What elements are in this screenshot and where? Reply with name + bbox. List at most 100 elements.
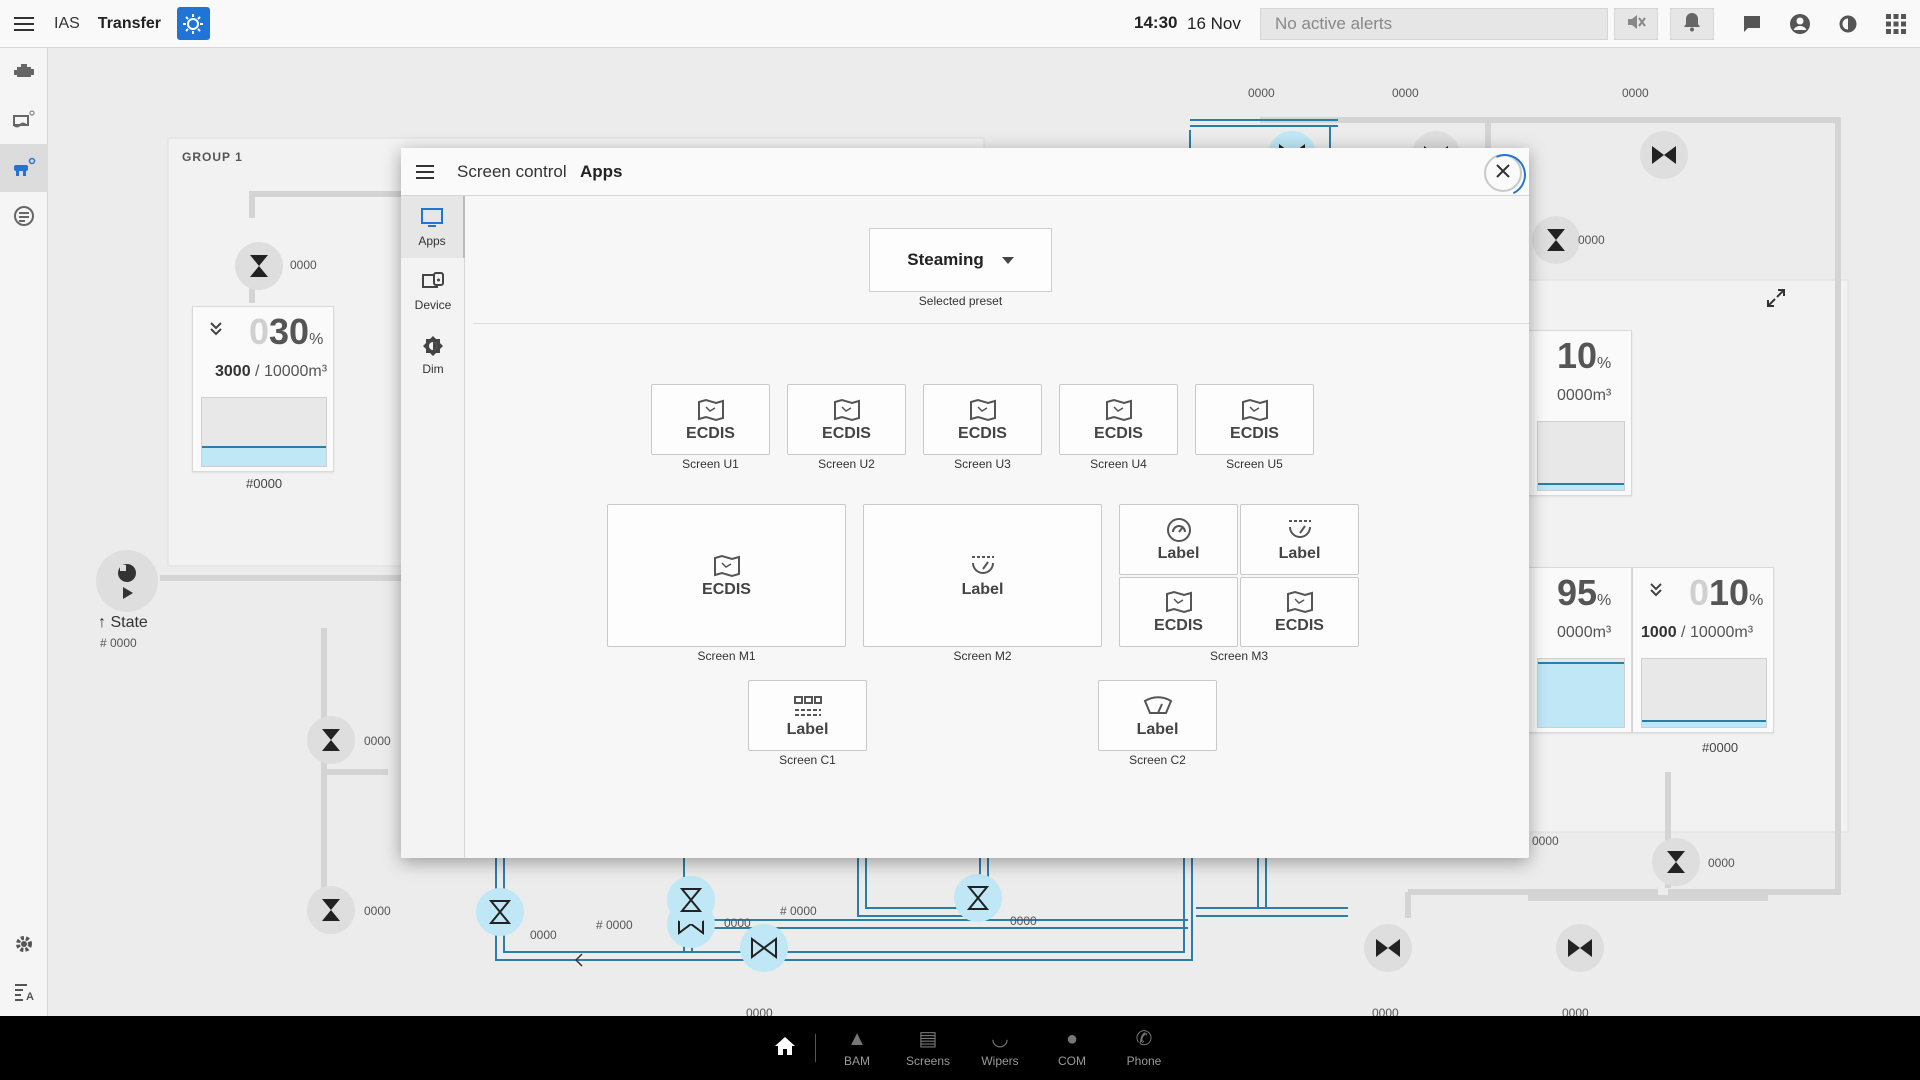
rail-ballast-icon[interactable] bbox=[0, 96, 48, 144]
valve[interactable] bbox=[740, 924, 788, 972]
valve-reading: 0000 bbox=[1010, 914, 1037, 928]
map-icon bbox=[1165, 589, 1193, 615]
tank-partial-b-capacity: 0000m³ bbox=[1557, 624, 1612, 641]
tank-left-level-bar bbox=[201, 397, 327, 467]
valve[interactable] bbox=[1364, 924, 1412, 972]
bottom-phone-button[interactable]: ✆ Phone bbox=[1109, 1016, 1179, 1080]
preset-dropdown[interactable]: Steaming bbox=[869, 228, 1052, 292]
screen-m3-tile-1[interactable]: Label bbox=[1119, 504, 1238, 575]
bottom-bar: ▲ BAM ▤ Screens ◡ Wipers ● COM ✆ Phone bbox=[0, 1016, 1920, 1080]
valve-reading: 0000 bbox=[1622, 86, 1649, 100]
valve[interactable] bbox=[1556, 924, 1604, 972]
screen-caption: Screen M3 bbox=[1209, 649, 1269, 663]
screen-m2-tile[interactable]: Label bbox=[863, 504, 1102, 647]
device-icon bbox=[421, 270, 445, 294]
screen-control-icon[interactable] bbox=[176, 7, 210, 40]
side-tab-label: Dim bbox=[422, 362, 444, 376]
sensor-reading: # 0000 bbox=[780, 904, 817, 918]
screen-m3-tile-2[interactable]: Label bbox=[1240, 504, 1359, 575]
dialog-breadcrumb[interactable]: Screen control bbox=[457, 162, 567, 182]
screen-u4-tile[interactable]: ECDIS bbox=[1059, 384, 1178, 455]
screen-u3-tile[interactable]: ECDIS bbox=[923, 384, 1042, 455]
expand-icon[interactable] bbox=[1766, 288, 1786, 313]
screen-c2-tile[interactable]: Label bbox=[1098, 680, 1217, 751]
tank-card-partial-a[interactable]: 10% 0000m³ bbox=[1528, 330, 1632, 496]
alerts-text: No active alerts bbox=[1275, 14, 1393, 33]
map-icon bbox=[1105, 397, 1133, 423]
screen-m3-tile-3[interactable]: ECDIS bbox=[1119, 577, 1238, 647]
valve-reading: 0000 bbox=[1248, 86, 1275, 100]
screen-u5-tile[interactable]: ECDIS bbox=[1195, 384, 1314, 455]
tank-right-level-bar bbox=[1641, 658, 1767, 728]
valve-reading: 0000 bbox=[364, 904, 391, 918]
tank-card-right[interactable]: 010% 1000 / 10000m³ bbox=[1632, 567, 1774, 733]
mute-button[interactable] bbox=[1614, 8, 1658, 40]
hamburger-menu-icon[interactable] bbox=[0, 0, 48, 48]
screen-u2-tile[interactable]: ECDIS bbox=[787, 384, 906, 455]
tank-left-id: #0000 bbox=[246, 476, 283, 491]
app-title: Transfer bbox=[97, 14, 161, 32]
side-tab-dim[interactable]: Dim bbox=[401, 324, 465, 386]
tile-app-label: Label bbox=[1136, 720, 1179, 738]
map-icon bbox=[713, 553, 741, 579]
pump-number: # 0000 bbox=[100, 636, 137, 650]
chevron-double-down-icon[interactable] bbox=[1649, 582, 1663, 603]
brightness-icon[interactable] bbox=[1834, 10, 1862, 38]
rail-list-icon[interactable] bbox=[0, 192, 48, 240]
bottom-screens-button[interactable]: ▤ Screens bbox=[893, 1016, 963, 1080]
valve[interactable] bbox=[954, 874, 1002, 922]
divider bbox=[815, 1034, 816, 1062]
dialog-title: Apps bbox=[580, 162, 623, 181]
tank-card-left[interactable]: 030% 3000 / 10000m³ bbox=[192, 306, 334, 472]
rail-transfer-icon[interactable] bbox=[0, 144, 48, 192]
chevron-double-down-icon[interactable] bbox=[209, 321, 223, 342]
tank-card-partial-b[interactable]: 95% 0000m³ bbox=[1528, 567, 1632, 733]
screen-m3-tile-4[interactable]: ECDIS bbox=[1240, 577, 1359, 647]
side-tab-apps[interactable]: Apps bbox=[401, 196, 465, 258]
map-icon bbox=[1241, 397, 1269, 423]
tile-app-label: ECDIS bbox=[1154, 617, 1203, 634]
rail-settings-icon[interactable] bbox=[0, 920, 48, 968]
rail-engine-icon[interactable] bbox=[0, 48, 48, 96]
tank-left-percent: 030% bbox=[249, 311, 324, 352]
valve-reading: 0000 bbox=[364, 734, 391, 748]
valve[interactable] bbox=[307, 716, 355, 764]
screen-c1-tile[interactable]: Label bbox=[748, 680, 867, 751]
valve[interactable] bbox=[1652, 838, 1700, 886]
valve[interactable] bbox=[307, 886, 355, 934]
apps-grid-icon[interactable] bbox=[1882, 10, 1910, 38]
alarm-bell-button[interactable] bbox=[1670, 8, 1714, 40]
map-icon bbox=[969, 397, 997, 423]
tile-app-label: ECDIS bbox=[822, 424, 871, 442]
bottom-wipers-button[interactable]: ◡ Wipers bbox=[965, 1016, 1035, 1080]
bottom-item-label: Phone bbox=[1126, 1054, 1162, 1068]
map-icon bbox=[1286, 589, 1314, 615]
map-icon bbox=[697, 397, 725, 423]
tile-app-label: ECDIS bbox=[958, 424, 1007, 442]
home-button[interactable] bbox=[760, 1016, 810, 1080]
screen-u1-tile[interactable]: ECDIS bbox=[651, 384, 770, 455]
valve[interactable] bbox=[1640, 131, 1688, 179]
screen-m1-tile[interactable]: ECDIS bbox=[607, 504, 846, 647]
mic-icon: ● bbox=[1065, 1028, 1079, 1050]
alerts-field[interactable]: No active alerts bbox=[1260, 8, 1608, 40]
valve-reading: 0000 bbox=[724, 916, 751, 930]
bottom-com-button[interactable]: ● COM bbox=[1037, 1016, 1107, 1080]
pump[interactable] bbox=[96, 550, 158, 612]
rail-text-settings-icon[interactable]: A bbox=[0, 968, 48, 1016]
home-icon bbox=[774, 1036, 796, 1061]
side-tab-device[interactable]: Device bbox=[401, 260, 465, 322]
valve[interactable] bbox=[476, 888, 524, 936]
dialog-menu-icon[interactable] bbox=[413, 160, 437, 184]
dim-icon bbox=[421, 334, 445, 358]
valve[interactable] bbox=[235, 242, 283, 290]
valve[interactable] bbox=[1532, 216, 1580, 264]
user-icon[interactable] bbox=[1786, 10, 1814, 38]
chat-icon[interactable] bbox=[1738, 10, 1766, 38]
valve[interactable] bbox=[667, 876, 715, 924]
close-button[interactable] bbox=[1484, 154, 1522, 192]
close-icon bbox=[1496, 163, 1510, 183]
bottom-bam-button[interactable]: ▲ BAM bbox=[822, 1016, 892, 1080]
screen-caption: Screen U3 bbox=[954, 457, 1011, 471]
sensor-reading: # 0000 bbox=[596, 918, 633, 932]
